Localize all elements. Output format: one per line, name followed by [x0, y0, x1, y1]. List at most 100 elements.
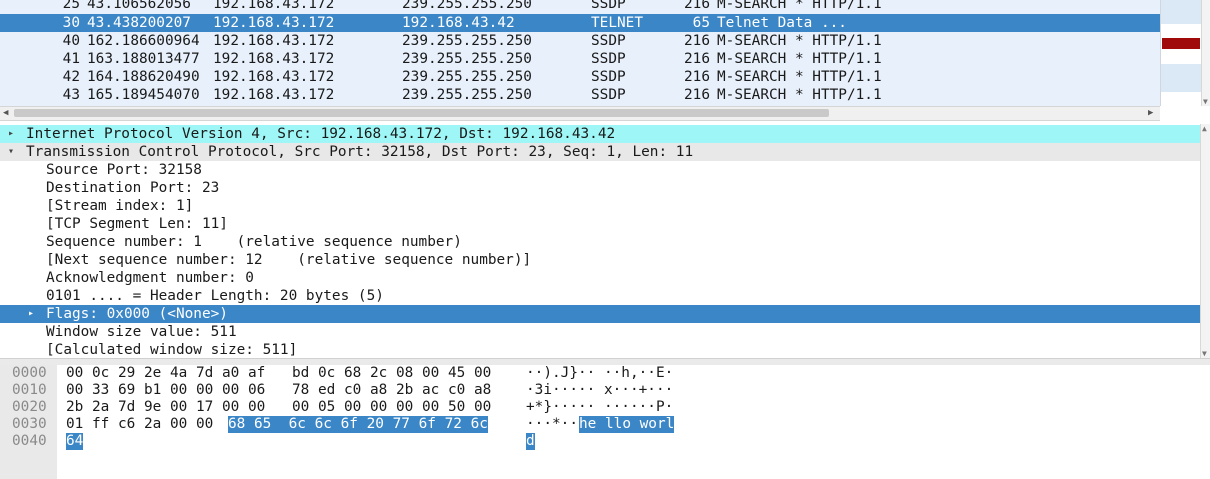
hex-row: 0020 2b 2a 7d 9e 00 17 00 00 00 05 00 00 0…	[0, 399, 1210, 416]
detail-row[interactable]: ▾ Transmission Control Protocol, Src Port…	[0, 143, 1200, 161]
packet-info: Telnet Data ...	[717, 15, 847, 31]
packet-list[interactable]: 25 43.106562056 192.168.43.172 239.255.255.…	[0, 0, 1160, 106]
packet-source: 192.168.43.172	[213, 69, 335, 85]
packet-info: M-SEARCH * HTTP/1.1	[717, 51, 882, 67]
detail-row[interactable]: [Next sequence number: 12 (relative sequ…	[0, 251, 1200, 269]
detail-text: Destination Port: 23	[46, 180, 220, 196]
hex-bytes[interactable]: 00 0c 29 2e 4a 7d a0 af	[66, 365, 265, 382]
hex-ascii[interactable]: ···*··	[526, 416, 578, 433]
packet-destination: 192.168.43.42	[402, 15, 515, 31]
chevron-down-icon[interactable]: ▾	[8, 143, 14, 161]
detail-text: 0101 .... = Header Length: 20 bytes (5)	[46, 288, 384, 304]
detail-text: Flags: 0x000 (<None>)	[46, 306, 228, 322]
hex-bytes[interactable]: 01 ff c6 2a 00 00	[66, 416, 213, 433]
scroll-up-icon[interactable]: ▲	[1202, 124, 1207, 133]
hex-row: 0010 00 33 69 b1 00 00 00 06 78 ed c0 a8 2…	[0, 382, 1210, 399]
detail-text: Transmission Control Protocol, Src Port:…	[26, 144, 694, 160]
detail-text: Acknowledgment number: 0	[46, 270, 254, 286]
scroll-down-icon[interactable]: ▼	[1202, 349, 1207, 358]
detail-row[interactable]: [TCP Segment Len: 11]	[0, 215, 1200, 233]
packet-protocol: SSDP	[591, 87, 626, 103]
hex-bytes-selected[interactable]: 68 65 6c 6c 6f 20 77 6f 72 6c	[228, 416, 488, 433]
packet-length: 65	[692, 15, 710, 31]
chevron-right-icon[interactable]: ▸	[28, 305, 34, 323]
detail-row[interactable]: 0101 .... = Header Length: 20 bytes (5)	[0, 287, 1200, 305]
packet-source: 192.168.43.172	[213, 87, 335, 103]
detail-row[interactable]: Source Port: 32158	[0, 161, 1200, 179]
packet-time: 43.438200207	[87, 15, 191, 31]
packet-info: M-SEARCH * HTTP/1.1	[717, 33, 882, 49]
hex-ascii-selected[interactable]: d	[526, 433, 535, 450]
hex-bytes[interactable]: bd 0c 68 2c 08 00 45 00	[292, 365, 491, 382]
detail-row[interactable]: [Calculated window size: 511]	[0, 341, 1200, 358]
hex-ascii[interactable]: +*}····· ······P·	[526, 399, 673, 416]
detail-row[interactable]: [Stream index: 1]	[0, 197, 1200, 215]
packet-time: 163.188013477	[87, 51, 200, 67]
packet-bytes-pane[interactable]: 0000 00 0c 29 2e 4a 7d a0 af bd 0c 68 2c 0…	[0, 365, 1210, 479]
packet-row[interactable]: 40 162.186600964 192.168.43.172 239.255.255…	[0, 32, 1160, 50]
scroll-left-icon[interactable]: ◀	[3, 107, 8, 120]
minimap-band	[1161, 0, 1202, 24]
packet-number: 42	[62, 69, 80, 85]
hex-offset: 0010	[12, 382, 47, 398]
minimap-selected-marker	[1162, 38, 1200, 49]
hex-ascii[interactable]: ·3i····· x···+···	[526, 382, 673, 399]
packet-list-vscroll[interactable]: ▼	[1201, 0, 1210, 106]
detail-text: [TCP Segment Len: 11]	[46, 216, 228, 232]
packet-number: 41	[62, 51, 80, 67]
packet-number: 43	[62, 87, 80, 103]
packet-number: 30	[62, 15, 80, 31]
packet-destination: 239.255.255.250	[402, 87, 532, 103]
packet-length: 216	[684, 33, 710, 49]
hex-ascii[interactable]: ··).J}·· ··h,··E·	[526, 365, 673, 382]
detail-text: Window size value: 511	[46, 324, 237, 340]
hex-row: 0030 01 ff c6 2a 00 00 68 65 6c 6c 6f 20 7…	[0, 416, 1210, 433]
packet-length: 216	[684, 0, 710, 12]
packet-row[interactable]: 43 165.189454070 192.168.43.172 239.255.255…	[0, 86, 1160, 104]
detail-row[interactable]: Destination Port: 23	[0, 179, 1200, 197]
packet-info: M-SEARCH * HTTP/1.1	[717, 0, 882, 12]
hex-offset: 0040	[12, 433, 47, 449]
packet-source: 192.168.43.172	[213, 33, 335, 49]
details-vscroll[interactable]: ▲ ▼	[1200, 124, 1210, 358]
packet-time: 162.186600964	[87, 33, 200, 49]
detail-row[interactable]: Acknowledgment number: 0	[0, 269, 1200, 287]
packet-source: 192.168.43.172	[213, 51, 335, 67]
packet-row[interactable]: 42 164.188620490 192.168.43.172 239.255.255…	[0, 68, 1160, 86]
packet-info: M-SEARCH * HTTP/1.1	[717, 87, 882, 103]
hex-bytes[interactable]: 00 05 00 00 00 00 50 00	[292, 399, 491, 416]
hex-bytes-selected[interactable]: 64	[66, 433, 84, 450]
detail-row[interactable]: ▸ Flags: 0x000 (<None>)	[0, 305, 1200, 323]
packet-row[interactable]: 41 163.188013477 192.168.43.172 239.255.255…	[0, 50, 1160, 68]
packet-details-tree[interactable]: ▸ Internet Protocol Version 4, Src: 192.1…	[0, 124, 1200, 358]
hscroll-thumb[interactable]	[14, 109, 829, 117]
pane-splitter[interactable]	[0, 358, 1210, 365]
detail-row[interactable]: ▸ Internet Protocol Version 4, Src: 192.1…	[0, 125, 1200, 143]
detail-row[interactable]: Window size value: 511	[0, 323, 1200, 341]
hex-offset: 0030	[12, 416, 47, 432]
detail-text: Sequence number: 1 (relative sequence nu…	[46, 234, 462, 250]
packet-protocol: SSDP	[591, 69, 626, 85]
hex-bytes[interactable]: 78 ed c0 a8 2b ac c0 a8	[292, 382, 491, 399]
hex-offset: 0000	[12, 365, 47, 381]
packet-row[interactable]: 25 43.106562056 192.168.43.172 239.255.255.…	[0, 0, 1160, 13]
packet-row[interactable]: 30 43.438200207 192.168.43.172 192.168.43.4…	[0, 14, 1160, 32]
packet-list-hscroll[interactable]: ◀ ▶	[0, 106, 1160, 121]
packet-destination: 239.255.255.250	[402, 33, 532, 49]
hex-bytes[interactable]: 00 33 69 b1 00 00 00 06	[66, 382, 265, 399]
packet-source: 192.168.43.172	[213, 15, 335, 31]
scroll-down-icon[interactable]: ▼	[1203, 97, 1208, 106]
detail-text: [Next sequence number: 12 (relative sequ…	[46, 252, 532, 268]
packet-minimap-scrollbar[interactable]	[1160, 0, 1202, 106]
packet-number: 25	[62, 0, 80, 12]
chevron-right-icon[interactable]: ▸	[8, 125, 14, 143]
detail-row[interactable]: Sequence number: 1 (relative sequence nu…	[0, 233, 1200, 251]
packet-destination: 239.255.255.250	[402, 69, 532, 85]
packet-number: 40	[62, 33, 80, 49]
hex-bytes[interactable]: 2b 2a 7d 9e 00 17 00 00	[66, 399, 265, 416]
scroll-right-icon[interactable]: ▶	[1148, 107, 1153, 120]
hex-offset: 0020	[12, 399, 47, 415]
packet-destination: 239.255.255.250	[402, 51, 532, 67]
packet-length: 216	[684, 51, 710, 67]
hex-ascii-selected[interactable]: he llo worl	[579, 416, 675, 433]
